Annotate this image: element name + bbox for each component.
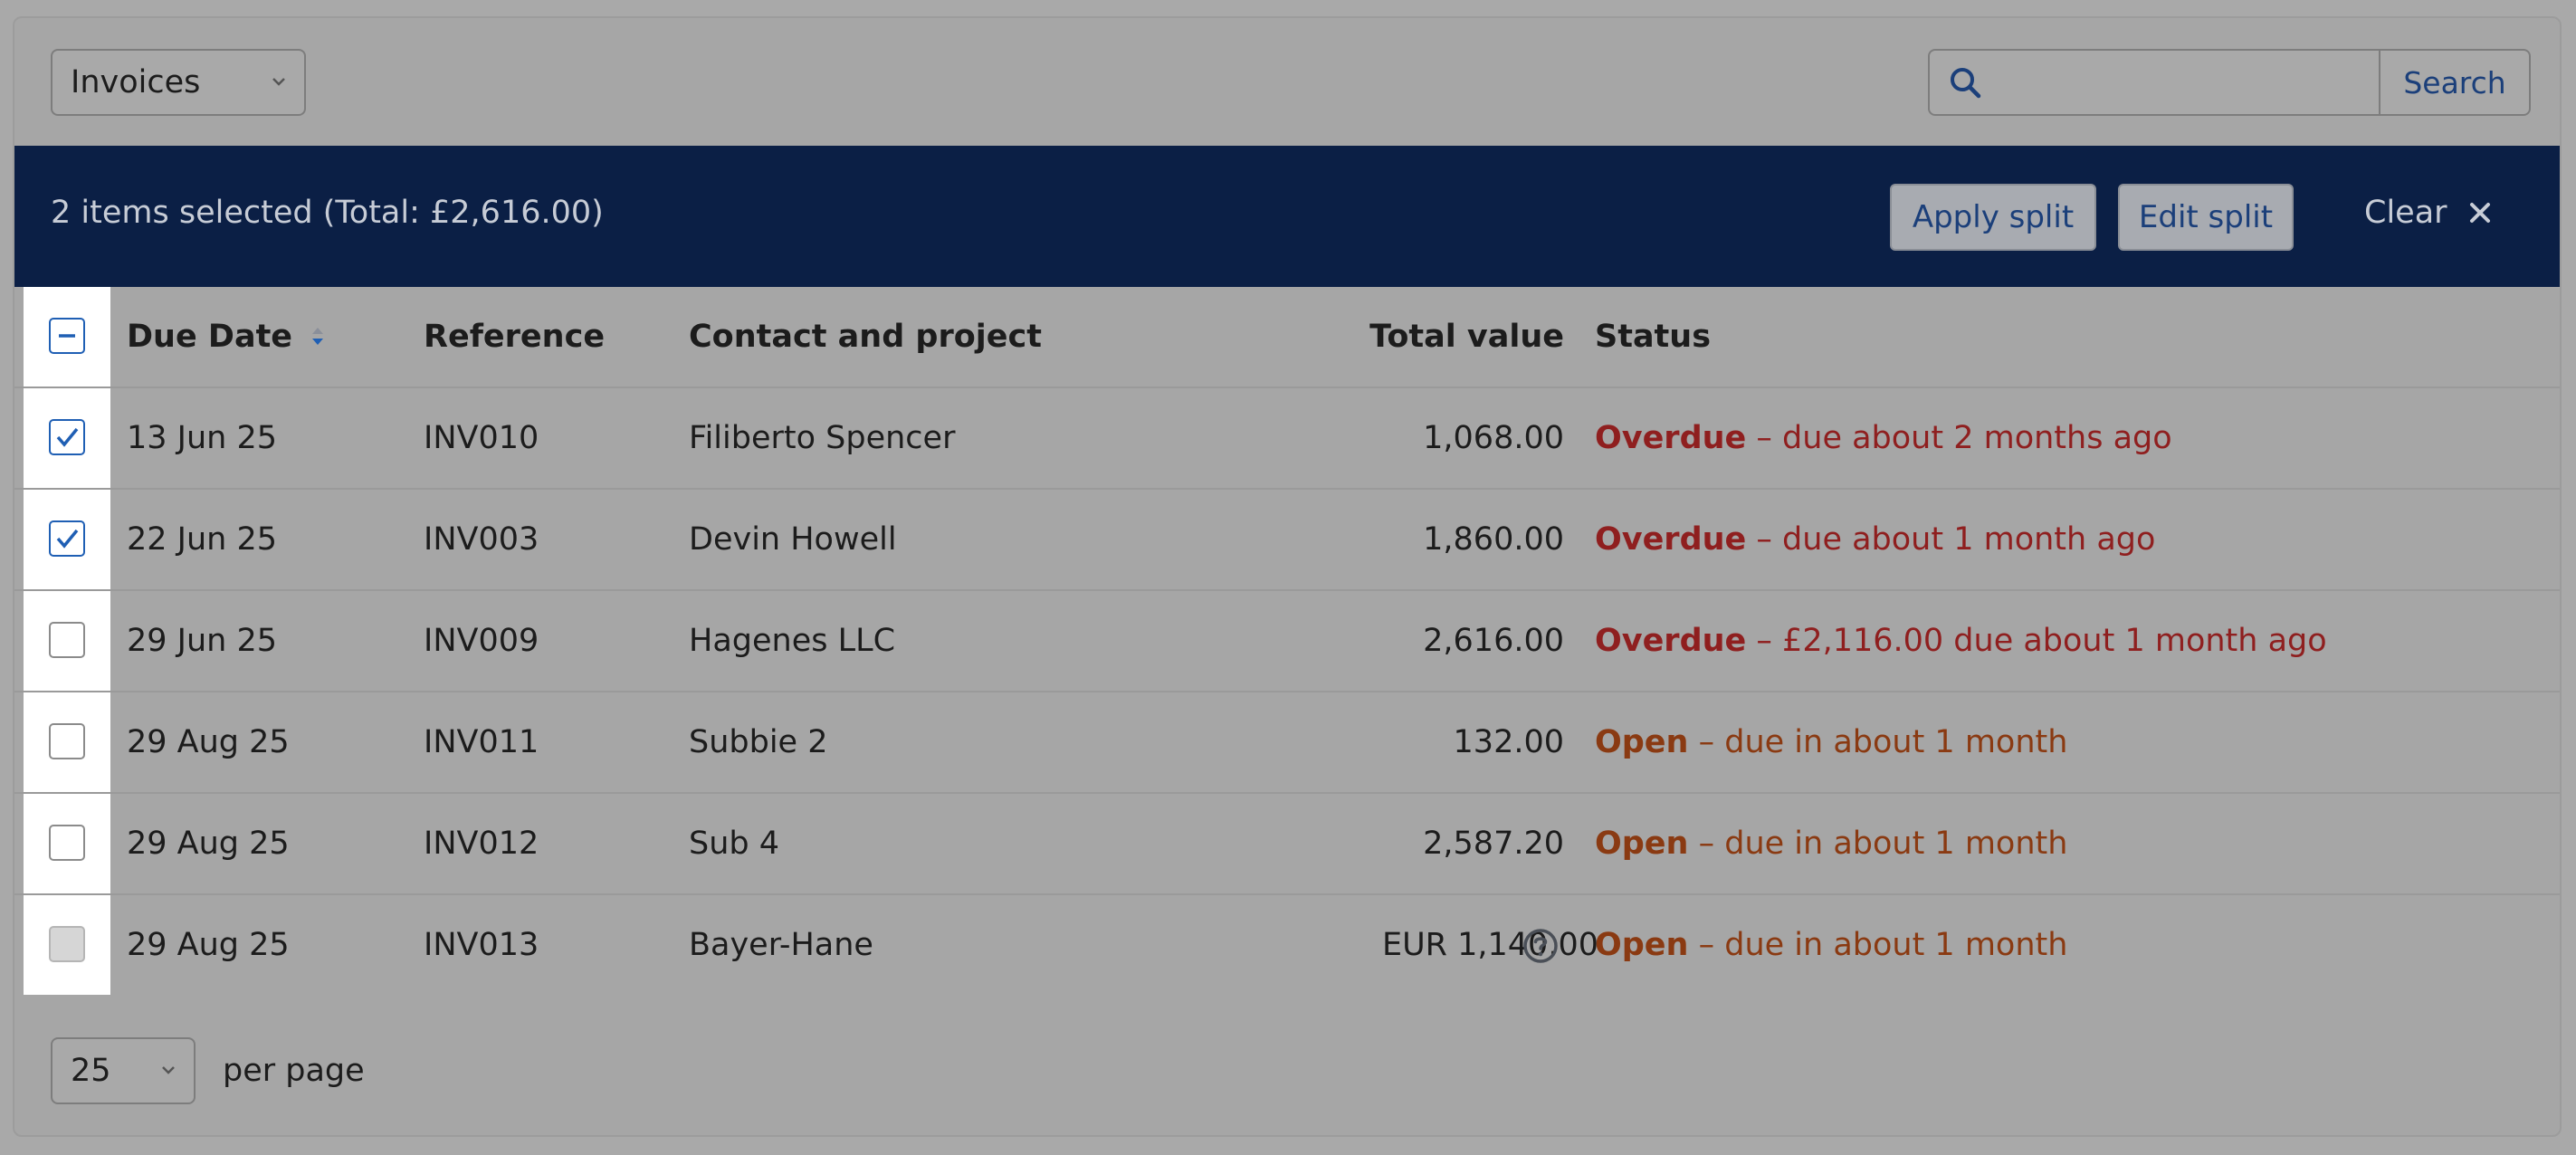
table-row[interactable]: 29 Aug 25 INV012 Sub 4 2,587.20 Open – d… <box>14 794 2560 895</box>
edit-split-button[interactable]: Edit split <box>2118 184 2294 251</box>
total-value: 1,068.00 <box>1423 420 1564 456</box>
per-page-label: per page <box>223 1053 365 1089</box>
contact-header: Contact and project <box>689 319 1043 355</box>
search-input[interactable] <box>1930 51 2379 114</box>
contact: Filiberto Spencer <box>689 420 956 456</box>
due-date: 13 Jun 25 <box>127 420 278 456</box>
total-value: 2,587.20 <box>1423 826 1564 862</box>
due-date-header: Due Date <box>127 319 293 355</box>
status-detail: – due about 2 months ago <box>1756 420 2172 456</box>
status-detail: – due in about 1 month <box>1698 927 2068 963</box>
indeterminate-icon <box>59 334 75 338</box>
apply-split-button[interactable]: Apply split <box>1890 184 2096 251</box>
table-row[interactable]: 13 Jun 25 INV010 Filiberto Spencer 1,068… <box>14 388 2560 490</box>
close-icon <box>2469 203 2490 223</box>
selection-bar: 2 items selected (Total: £2,616.00) Appl… <box>14 146 2560 287</box>
select-all-checkbox[interactable] <box>49 318 85 354</box>
table-header-row: Due Date Reference Contact and project T… <box>14 287 2560 388</box>
due-date: 29 Aug 25 <box>127 724 290 760</box>
sort-by-due-date[interactable]: Due Date <box>127 287 330 387</box>
row-checkbox[interactable] <box>49 520 85 557</box>
total-value: EUR 1,140.00 <box>1381 927 1598 963</box>
help-icon[interactable] <box>1522 928 1559 964</box>
status: Open – due in about 1 month <box>1595 794 2067 893</box>
selection-summary: 2 items selected (Total: £2,616.00) <box>51 195 604 231</box>
reference: INV011 <box>424 724 539 760</box>
table-row[interactable]: 29 Aug 25 INV011 Subbie 2 132.00 Open – … <box>14 692 2560 794</box>
reference: INV013 <box>424 927 539 963</box>
per-page-value: 25 <box>71 1053 111 1089</box>
reference-header: Reference <box>424 319 606 355</box>
row-checkbox[interactable] <box>49 825 85 861</box>
reference: INV012 <box>424 826 539 862</box>
status-badge: Open <box>1595 826 1689 862</box>
row-checkbox-disabled <box>49 926 85 962</box>
status-detail: – due in about 1 month <box>1698 724 2068 760</box>
row-checkbox[interactable] <box>49 419 85 455</box>
contact: Hagenes LLC <box>689 623 896 659</box>
per-page-select[interactable]: 25 <box>51 1037 196 1104</box>
status: Overdue – due about 1 month ago <box>1595 490 2155 589</box>
table-row[interactable]: 29 Jun 25 INV009 Hagenes LLC 2,616.00 Ov… <box>14 591 2560 692</box>
checkmark-icon <box>56 427 79 447</box>
total-value: 1,860.00 <box>1423 521 1564 558</box>
status-header: Status <box>1595 319 1712 355</box>
status: Open – due in about 1 month <box>1595 895 2067 995</box>
chevron-down-icon <box>272 78 285 86</box>
chevron-down-icon <box>162 1066 175 1074</box>
row-checkbox[interactable] <box>49 723 85 759</box>
invoice-table: Due Date Reference Contact and project T… <box>14 287 2560 997</box>
due-date: 29 Aug 25 <box>127 826 290 862</box>
total-value: 132.00 <box>1453 724 1564 760</box>
row-checkbox[interactable] <box>49 622 85 658</box>
status-badge: Open <box>1595 724 1689 760</box>
search-button[interactable]: Search <box>2379 51 2529 114</box>
due-date: 29 Jun 25 <box>127 623 278 659</box>
document-type-value: Invoices <box>71 64 201 100</box>
checkmark-icon <box>56 529 79 549</box>
contact: Devin Howell <box>689 521 897 558</box>
sort-icon <box>312 328 324 345</box>
status-badge: Overdue <box>1595 623 1747 659</box>
status-badge: Overdue <box>1595 521 1747 558</box>
reference: INV003 <box>424 521 539 558</box>
due-date: 22 Jun 25 <box>127 521 278 558</box>
status-badge: Open <box>1595 927 1689 963</box>
contact: Sub 4 <box>689 826 780 862</box>
search-icon <box>1951 68 1981 99</box>
reference: INV009 <box>424 623 539 659</box>
clear-label: Clear <box>2364 195 2447 231</box>
contact: Subbie 2 <box>689 724 828 760</box>
table-row[interactable]: 29 Aug 25 INV013 Bayer-Hane EUR 1,140.00… <box>14 895 2560 997</box>
status-detail: – £2,116.00 due about 1 month ago <box>1756 623 2327 659</box>
due-date: 29 Aug 25 <box>127 927 290 963</box>
status: Overdue – due about 2 months ago <box>1595 388 2172 488</box>
pagination: 25 per page <box>51 1037 365 1104</box>
status-badge: Overdue <box>1595 420 1747 456</box>
status-detail: – due about 1 month ago <box>1756 521 2156 558</box>
table-row[interactable]: 22 Jun 25 INV003 Devin Howell 1,860.00 O… <box>14 490 2560 591</box>
status: Open – due in about 1 month <box>1595 692 2067 792</box>
total-value-header: Total value <box>1369 319 1564 355</box>
search-box: Search <box>1928 49 2531 116</box>
toolbar: Invoices Search <box>14 18 2560 145</box>
status: Overdue – £2,116.00 due about 1 month ag… <box>1595 591 2327 691</box>
status-detail: – due in about 1 month <box>1698 826 2068 862</box>
document-type-select[interactable]: Invoices <box>51 49 306 116</box>
contact: Bayer-Hane <box>689 927 873 963</box>
reference: INV010 <box>424 420 539 456</box>
invoice-panel: Invoices Search 2 items selected (Total:… <box>13 16 2562 1137</box>
clear-selection-button[interactable]: Clear <box>2364 195 2493 231</box>
total-value: 2,616.00 <box>1423 623 1564 659</box>
